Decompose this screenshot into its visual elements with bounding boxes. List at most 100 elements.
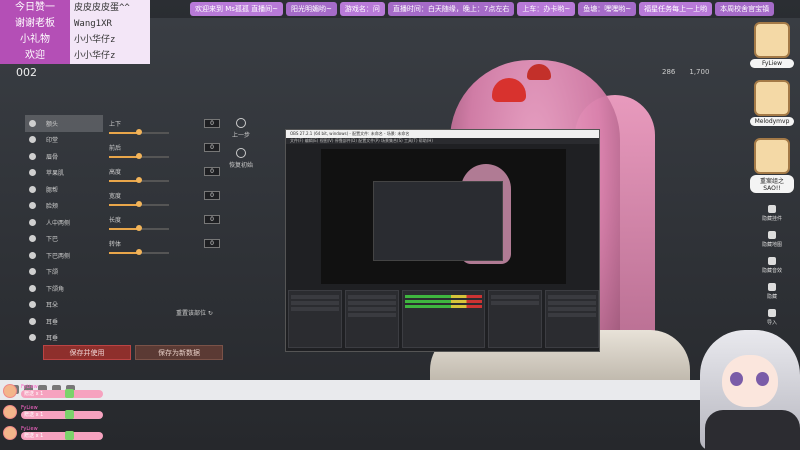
slider-row: 高度 0: [107, 166, 223, 190]
gift-icon: [65, 431, 74, 440]
slider-handle[interactable]: [136, 153, 142, 159]
face-part-item[interactable]: 印堂: [25, 132, 103, 149]
tool-icon: [768, 205, 776, 213]
face-part-item[interactable]: 下颌角: [25, 280, 103, 297]
controls-dock[interactable]: [544, 290, 599, 348]
avatar: [3, 405, 17, 419]
face-part-icon: [29, 235, 36, 243]
slider-value-input[interactable]: 0: [204, 119, 220, 128]
chat-entry: FyLiew 赠送 x 1: [3, 405, 103, 419]
face-part-item[interactable]: 耳朵: [25, 297, 103, 314]
slider-value-input[interactable]: 0: [204, 239, 220, 248]
face-part-icon: [29, 185, 36, 193]
slider-label: 上下: [109, 121, 122, 128]
slider-value-input[interactable]: 0: [204, 143, 220, 152]
currency2-count: 1,700: [689, 68, 710, 76]
face-part-label: 耳朵: [46, 302, 59, 310]
viewer-name: 重案组之SAO!!: [750, 175, 794, 193]
slider-row: 转体 0: [107, 238, 223, 262]
face-part-label: 额头: [46, 120, 59, 128]
slider-fill: [109, 180, 139, 182]
slot-id: 002: [16, 66, 37, 79]
slider-label: 长度: [109, 217, 122, 224]
ticker-item: 福星任务每上一上哟: [639, 2, 713, 16]
avatar: [3, 384, 17, 398]
info-row: 欢迎 小小华仔z: [0, 48, 150, 64]
transitions-dock[interactable]: [487, 290, 542, 348]
info-row: 小礼物 小小华仔z: [0, 32, 150, 48]
slider-label: 转体: [109, 241, 122, 248]
chat-entry: FyLiew 赠送 x 1: [3, 426, 103, 440]
face-part-item[interactable]: 人中两侧: [25, 214, 103, 231]
undo-button[interactable]: 上一步: [226, 118, 256, 139]
face-part-item[interactable]: 耳垂: [25, 313, 103, 330]
face-part-label: 印堂: [46, 137, 59, 145]
slider-label: 宽度: [109, 193, 122, 200]
slider-handle[interactable]: [136, 201, 142, 207]
right-tool-button[interactable]: 隐藏音效: [756, 257, 788, 274]
sources-dock[interactable]: [345, 290, 400, 348]
viewer-card[interactable]: 重案组之SAO!!: [750, 138, 794, 193]
scenes-dock[interactable]: [288, 290, 343, 348]
reset-part-button[interactable]: 重置该部位 ↻: [176, 308, 213, 317]
right-tool-button[interactable]: 导入: [756, 309, 788, 326]
slider-fill: [109, 156, 139, 158]
face-part-item[interactable]: 下巴: [25, 231, 103, 248]
stream-info-panel: 今日赞一 皮皮皮皮蛋^^ 谢谢老板 Wang1XR 小礼物 小小华仔z 欢迎 小小华仔z: [0, 0, 150, 64]
face-part-icon: [29, 251, 36, 259]
face-part-label: 苹果肌: [46, 170, 65, 178]
audio-mixer-dock[interactable]: [402, 290, 485, 348]
slider-handle[interactable]: [136, 249, 142, 255]
face-part-label: 耳垂: [46, 335, 59, 343]
ticker-item: 本周校舍官宝镇: [715, 2, 775, 16]
gift-icon: [65, 389, 74, 398]
right-tool-button[interactable]: 隐藏挂件: [756, 205, 788, 222]
stream-tickers: 欢迎来到 Ms孤孤 直播间~ 阳光明媚哟~ 游戏名：问 直播时间：白天随缘，晚上：7点…: [190, 2, 775, 16]
face-part-item[interactable]: 苹果肌: [25, 165, 103, 182]
save-as-new-button[interactable]: 保存为新数据: [135, 345, 223, 360]
face-part-label: 腮帮: [46, 186, 59, 194]
refresh-icon: [236, 148, 246, 158]
ticker-item: 游戏名：问: [339, 2, 385, 16]
face-part-item[interactable]: 下颌: [25, 264, 103, 281]
tool-label: 隐藏地图: [761, 242, 782, 248]
tool-icon: [768, 231, 776, 239]
viewer-card[interactable]: FyLiew: [750, 22, 794, 68]
tool-icon: [768, 257, 776, 265]
slider-row: 宽度 0: [107, 190, 223, 214]
chat-message: 赠送 x 1: [21, 390, 103, 398]
viewer-card[interactable]: Melodymvp: [750, 80, 794, 126]
save-and-use-button[interactable]: 保存并使用: [43, 345, 131, 360]
avatar: [754, 22, 790, 58]
reset-all-button[interactable]: 恢复初始: [226, 148, 256, 169]
slider-row: 长度 0: [107, 214, 223, 238]
slider-label: 高度: [109, 169, 122, 176]
avatar: [754, 138, 790, 174]
avatar: [3, 426, 17, 440]
obs-window[interactable]: OBS 27.2.1 (64 bit, windows) - 配置文件: 未命名…: [285, 129, 600, 352]
tool-label: 隐藏音效: [761, 268, 782, 274]
slider-handle[interactable]: [136, 225, 142, 231]
slider-handle[interactable]: [136, 129, 142, 135]
face-part-icon: [29, 152, 36, 160]
slider-handle[interactable]: [136, 177, 142, 183]
face-part-label: 耳垂: [46, 318, 59, 326]
obs-menu-bar[interactable]: 文件(F) 编辑(E) 视图(V) 停靠部件(D) 配置文件(P) 场景集合(S…: [286, 138, 599, 144]
right-tool-button[interactable]: 隐藏: [756, 283, 788, 300]
chat-message: 赠送 x 1: [21, 432, 103, 440]
slider-value-input[interactable]: 0: [204, 167, 220, 176]
face-part-item[interactable]: 脸颊: [25, 198, 103, 215]
slider-label: 前后: [109, 145, 122, 152]
obs-preview: [321, 149, 566, 284]
chat-entry: FyLiew 赠送 x 1: [3, 384, 103, 398]
info-key: 欢迎: [0, 48, 70, 64]
face-part-icon: [29, 284, 36, 292]
face-part-item[interactable]: 眉骨: [25, 148, 103, 165]
face-part-item[interactable]: 额头: [25, 115, 103, 132]
right-tool-button[interactable]: 隐藏地图: [756, 231, 788, 248]
face-part-item[interactable]: 下巴两侧: [25, 247, 103, 264]
slider-value-input[interactable]: 0: [204, 215, 220, 224]
face-part-item[interactable]: 腮帮: [25, 181, 103, 198]
face-part-item[interactable]: 耳垂: [25, 330, 103, 347]
slider-value-input[interactable]: 0: [204, 191, 220, 200]
